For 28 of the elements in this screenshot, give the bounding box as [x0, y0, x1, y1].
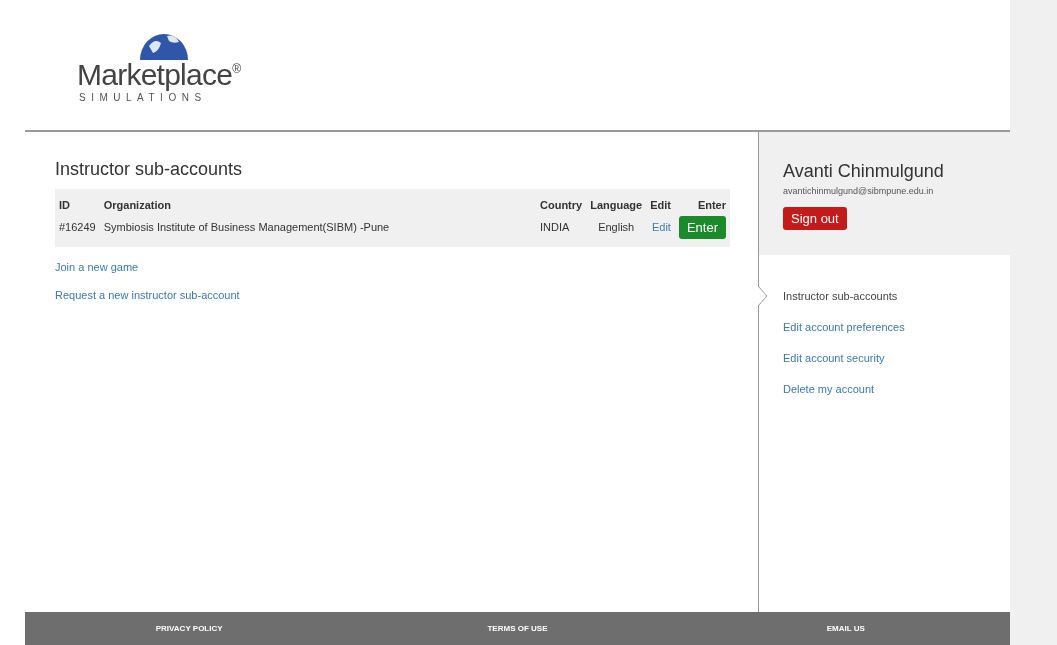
action-link[interactable]: Join a new game — [55, 259, 139, 276]
logo-wordmark: Marketplace — [77, 59, 233, 90]
nav-link[interactable]: Instructor sub-accounts — [783, 287, 898, 305]
column-header: Organization — [99, 189, 536, 216]
page-title: Instructor sub-accounts — [55, 158, 244, 181]
registered-mark: ® — [232, 60, 241, 76]
account-name: Avanti Chinmulgund — [783, 160, 945, 183]
footer-link[interactable]: EMAIL US — [826, 622, 865, 635]
logo-tagline: SIMULATIONS — [79, 91, 207, 105]
nav-link[interactable]: Edit account preferences — [783, 318, 905, 336]
table-cell: #16249 — [55, 215, 100, 247]
action-link[interactable]: Request a new instructor sub-account — [55, 286, 240, 303]
footer-link[interactable]: PRIVACY POLICY — [155, 622, 223, 635]
table-cell: INDIA — [536, 215, 587, 247]
table-cell: English — [586, 215, 647, 247]
enter-button[interactable]: Enter — [678, 215, 726, 239]
nav-link[interactable]: Edit account security — [783, 349, 885, 367]
footer-link[interactable]: TERMS OF USE — [487, 622, 548, 635]
column-header: Language — [586, 189, 647, 216]
column-header: Edit — [646, 189, 675, 216]
account-email: avantichinmulgund@sibmpune.edu.in — [783, 185, 935, 198]
column-header: Enter — [674, 189, 730, 216]
table-cell: Symbiosis Institute of Business Management(SIBM) -Pune — [99, 215, 536, 247]
nav-link[interactable]: Delete my account — [783, 380, 875, 398]
column-header: ID — [55, 189, 100, 216]
edit-link[interactable]: Edit — [651, 221, 671, 233]
sign-out-button[interactable]: Sign out — [783, 206, 847, 230]
column-header: Country — [536, 189, 587, 216]
